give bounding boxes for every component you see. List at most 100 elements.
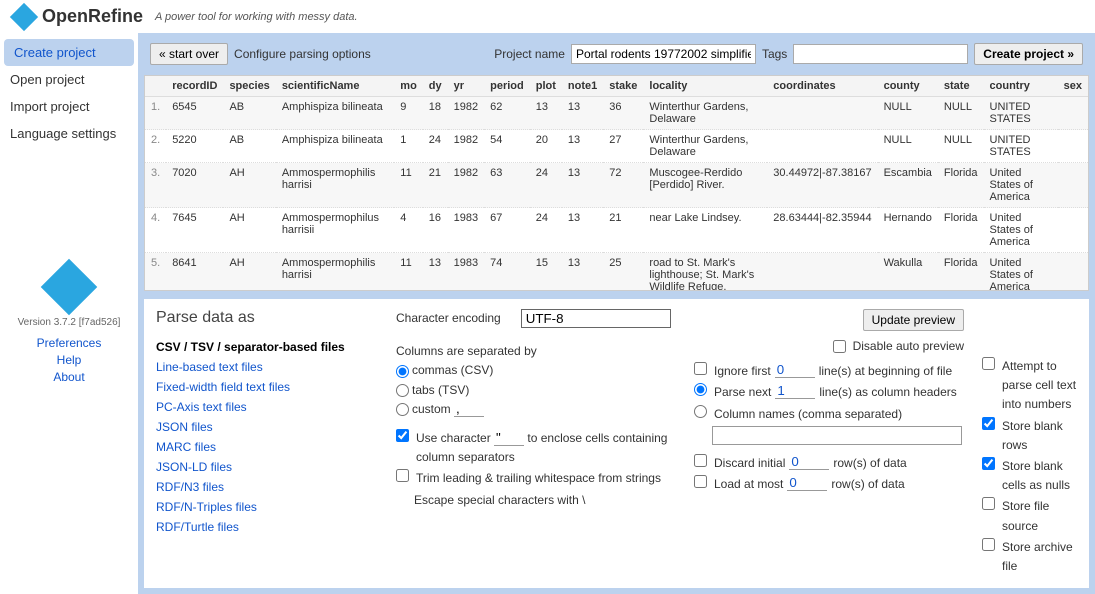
format-option[interactable]: MARC files [156, 437, 376, 457]
topbar: « start over Configure parsing options P… [144, 39, 1089, 75]
parse-title: Parse data as [156, 309, 376, 327]
table-cell: 7645 [166, 208, 223, 253]
use-char-check[interactable] [396, 429, 409, 442]
sidebar-item-open[interactable]: Open project [0, 66, 138, 93]
table-cell: 5. [145, 253, 166, 292]
table-cell: 54 [484, 130, 530, 163]
table-cell: 21 [603, 208, 643, 253]
trim-check[interactable] [396, 469, 409, 482]
quote-char-input[interactable] [494, 430, 524, 446]
column-header: scientificName [276, 76, 394, 97]
disable-auto-check[interactable]: Disable auto preview [833, 337, 964, 356]
about-link[interactable]: About [53, 370, 84, 384]
table-cell: 11 [394, 253, 423, 292]
column-header: recordID [166, 76, 223, 97]
format-option[interactable]: JSON-LD files [156, 457, 376, 477]
blank-cells-check[interactable] [982, 457, 995, 470]
table-cell: 27 [603, 130, 643, 163]
project-name-input[interactable] [571, 44, 756, 64]
table-cell [767, 253, 877, 292]
table-cell [767, 130, 877, 163]
table-cell: 1983 [448, 208, 484, 253]
preferences-link[interactable]: Preferences [37, 336, 102, 350]
table-cell: 16 [423, 208, 448, 253]
archive-check[interactable] [982, 538, 995, 551]
table-cell: NULL [938, 97, 984, 130]
table-cell [767, 97, 877, 130]
format-option[interactable]: PC-Axis text files [156, 397, 376, 417]
configure-label: Configure parsing options [234, 47, 371, 61]
sep-custom-radio[interactable]: custom [396, 402, 451, 416]
colnames-input[interactable] [712, 426, 962, 445]
sidebar-item-import[interactable]: Import project [0, 93, 138, 120]
openrefine-logo-icon [10, 2, 38, 30]
table-cell: Winterthur Gardens, Delaware [643, 130, 767, 163]
table-cell [1058, 163, 1088, 208]
start-over-button[interactable]: « start over [150, 43, 228, 65]
format-option[interactable]: RDF/Turtle files [156, 517, 376, 537]
table-cell: 28.63444|-82.35944 [767, 208, 877, 253]
format-option[interactable]: Fixed-width field text files [156, 377, 376, 397]
column-header: note1 [562, 76, 603, 97]
attempt-parse-check[interactable] [982, 357, 995, 370]
encoding-input[interactable] [521, 309, 671, 328]
format-option[interactable]: RDF/N-Triples files [156, 497, 376, 517]
table-cell: 24 [530, 163, 562, 208]
table-cell: Winterthur Gardens, Delaware [643, 97, 767, 130]
sep-tsv-radio[interactable]: tabs (TSV) [396, 383, 469, 397]
column-header: coordinates [767, 76, 877, 97]
table-cell: 24 [530, 208, 562, 253]
format-option[interactable]: CSV / TSV / separator-based files [156, 337, 376, 357]
table-cell: 63 [484, 163, 530, 208]
column-header: species [223, 76, 275, 97]
tags-input[interactable] [793, 44, 968, 64]
table-cell: UNITED STATES [984, 97, 1058, 130]
custom-sep-input[interactable] [454, 401, 484, 417]
colnames-radio[interactable] [694, 405, 707, 418]
column-header: locality [643, 76, 767, 97]
column-header: mo [394, 76, 423, 97]
table-cell: 36 [603, 97, 643, 130]
table-cell: 9 [394, 97, 423, 130]
column-header: state [938, 76, 984, 97]
table-cell: Ammospermophilus harrisii [276, 208, 394, 253]
blank-rows-check[interactable] [982, 417, 995, 430]
table-cell: Escambia [878, 163, 938, 208]
load-most-check[interactable] [694, 475, 707, 488]
create-project-button[interactable]: Create project » [974, 43, 1083, 65]
file-source-check[interactable] [982, 497, 995, 510]
help-link[interactable]: Help [57, 353, 82, 367]
table-cell: Ammospermophilis harrisi [276, 163, 394, 208]
table-cell [1058, 130, 1088, 163]
ignore-first-check[interactable] [694, 362, 707, 375]
table-cell: Ammospermophilis harrisi [276, 253, 394, 292]
table-cell: 13 [530, 97, 562, 130]
format-option[interactable]: JSON files [156, 417, 376, 437]
sidebar-item-create[interactable]: Create project [4, 39, 134, 66]
load-most-input[interactable] [787, 475, 827, 491]
update-preview-button[interactable]: Update preview [863, 309, 964, 331]
sidebar-item-language[interactable]: Language settings [0, 120, 138, 147]
table-cell: 1982 [448, 97, 484, 130]
sep-csv-radio[interactable]: commas (CSV) [396, 363, 493, 377]
column-header: county [878, 76, 938, 97]
parse-next-input[interactable] [775, 383, 815, 399]
discard-check[interactable] [694, 454, 707, 467]
parse-next-radio[interactable] [694, 383, 707, 396]
format-option[interactable]: Line-based text files [156, 357, 376, 377]
table-cell: 18 [423, 97, 448, 130]
table-cell: Amphispiza bilineata [276, 97, 394, 130]
preview-table-container[interactable]: recordIDspeciesscientificNamemodyyrperio… [144, 75, 1089, 291]
format-option[interactable]: RDF/N3 files [156, 477, 376, 497]
ignore-first-input[interactable] [775, 362, 815, 378]
table-cell: AB [223, 130, 275, 163]
openrefine-diamond-icon [41, 259, 98, 316]
table-cell: 74 [484, 253, 530, 292]
discard-input[interactable] [789, 454, 829, 470]
cols-sep-label: Columns are separated by [396, 342, 676, 361]
table-cell: United States of America [984, 208, 1058, 253]
table-cell: 8641 [166, 253, 223, 292]
table-cell: United States of America [984, 253, 1058, 292]
table-cell: Hernando [878, 208, 938, 253]
table-row: 4.7645AHAmmospermophilus harrisii4161983… [145, 208, 1088, 253]
